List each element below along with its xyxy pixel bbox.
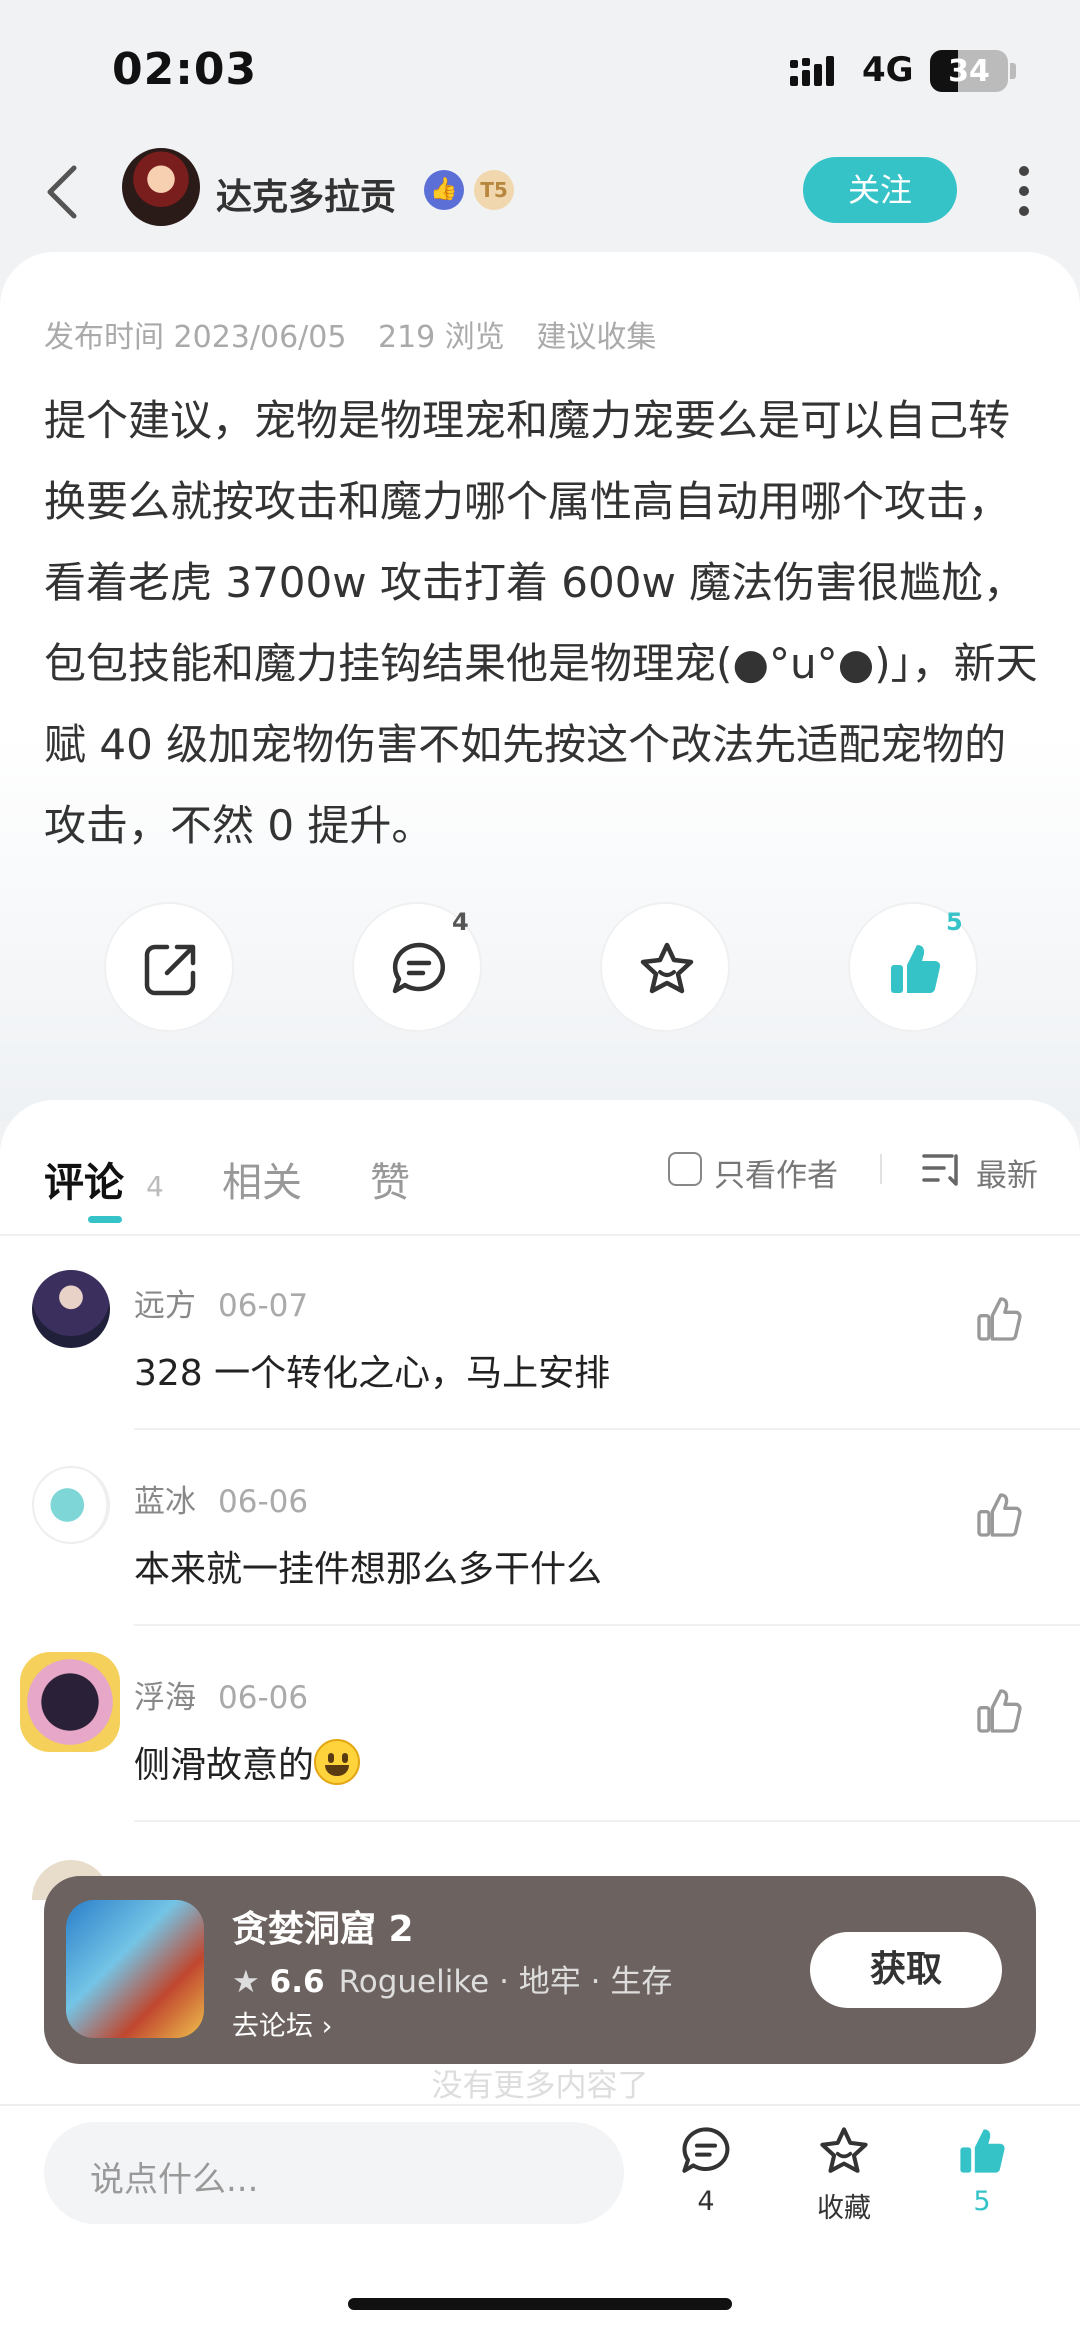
thumbs-up-icon: [960, 2129, 1005, 2173]
get-button[interactable]: 获取: [810, 1932, 1002, 2008]
comment-header: 浮海 06-06: [134, 1672, 308, 1717]
comment-like-icon[interactable]: [974, 1490, 1024, 1540]
game-tags: Roguelike · 地牢 · 生存: [338, 1964, 673, 2000]
post-body: 提个建议，宠物是物理宠和魔力宠要么是可以自己转换要么就按攻击和魔力哪个属性高自动…: [44, 396, 1038, 850]
game-icon[interactable]: [66, 1900, 204, 2038]
like-count: 5: [946, 908, 963, 936]
comment-divider: [134, 1624, 1080, 1626]
comment-like-icon[interactable]: [974, 1686, 1024, 1736]
comment-count: 4: [452, 908, 469, 936]
more-options-icon[interactable]: [1018, 166, 1030, 216]
post-category[interactable]: 建议收集: [536, 320, 656, 355]
comment-header: 蓝冰 06-06: [134, 1476, 308, 1521]
view-count: 219 浏览: [378, 320, 505, 355]
follow-button[interactable]: 关注: [803, 157, 957, 223]
comment-text: 侧滑故意的: [134, 1736, 361, 1788]
sort-icon[interactable]: [922, 1152, 962, 1188]
comment-input-placeholder[interactable]: 说点什么...: [90, 2152, 258, 2201]
tab-related[interactable]: 相关: [222, 1150, 302, 1208]
commenter-avatar[interactable]: [32, 1270, 110, 1348]
chevron-right-icon: ›: [313, 2011, 333, 2042]
comment-text-content: 侧滑故意的: [134, 1745, 315, 1786]
star-icon: ★: [232, 1964, 270, 2000]
author-only-checkbox[interactable]: [668, 1152, 702, 1186]
home-indicator: [348, 2298, 732, 2310]
game-title[interactable]: 贪婪洞窟 2: [232, 1900, 414, 1952]
share-button[interactable]: [104, 902, 234, 1032]
forum-link[interactable]: 去论坛 ›: [232, 2004, 332, 2043]
comment-date: 06-07: [218, 1288, 309, 1324]
comment-text: 本来就一挂件想那么多干什么: [134, 1549, 603, 1590]
divider: [880, 1154, 882, 1184]
comment-date: 06-06: [218, 1680, 309, 1716]
commenter-avatar[interactable]: [32, 1466, 110, 1544]
forum-link-label[interactable]: 去论坛: [232, 2011, 313, 2042]
author-avatar[interactable]: [122, 148, 200, 226]
battery-icon: 34: [930, 50, 1008, 92]
comment-divider: [134, 1428, 1080, 1430]
comment-item[interactable]: 浮海 06-06 侧滑故意的: [0, 1652, 1080, 1822]
comment-date: 06-06: [218, 1484, 309, 1520]
smiley-emoji-icon: [314, 1739, 361, 1785]
tab-indicator: [88, 1216, 122, 1223]
sort-label[interactable]: 最新: [976, 1150, 1038, 1195]
comment-item[interactable]: 蓝冰 06-06 本来就一挂件想那么多干什么: [0, 1466, 1080, 1626]
publish-time: 发布时间 2023/06/05: [44, 320, 347, 355]
tab-comments[interactable]: 评论: [44, 1150, 124, 1208]
comment-header: 远方 06-07: [134, 1280, 308, 1325]
tab-likes[interactable]: 赞: [370, 1150, 410, 1208]
commenter-name[interactable]: 蓝冰: [134, 1484, 196, 1520]
commenter-name[interactable]: 远方: [134, 1288, 196, 1324]
commenter-name[interactable]: 浮海: [134, 1680, 196, 1716]
comment-icon: [392, 942, 445, 994]
comment-item[interactable]: 远方 06-07 328 一个转化之心，马上安排: [0, 1270, 1080, 1430]
battery-tip: [1010, 63, 1016, 79]
bottom-comment-count: 4: [697, 2186, 715, 2217]
bottom-like-button[interactable]: 5: [932, 2124, 1032, 2217]
comment-text: 328 一个转化之心，马上安排: [134, 1353, 611, 1394]
signal-icon: [790, 56, 834, 86]
tabs-divider: [0, 1234, 1080, 1236]
bottom-like-count: 5: [973, 2186, 991, 2217]
thumbs-up-icon: [891, 945, 941, 994]
author-only-label[interactable]: 只看作者: [714, 1150, 838, 1195]
bottom-favorite-button[interactable]: 收藏: [794, 2124, 894, 2225]
bottom-comment-button[interactable]: 4: [656, 2124, 756, 2217]
favorite-button[interactable]: [600, 902, 730, 1032]
battery-level: 34: [948, 54, 990, 89]
game-rating: ★ 6.6 Roguelike · 地牢 · 生存: [232, 1956, 672, 2001]
share-icon: [144, 944, 196, 996]
tab-comments-count: 4: [146, 1170, 164, 1203]
thumb-badge-icon: 👍: [424, 170, 464, 210]
comment-icon: [682, 2127, 730, 2173]
bottom-favorite-label: 收藏: [817, 2193, 871, 2224]
level-badge: T5: [474, 170, 514, 210]
back-icon[interactable]: [42, 164, 82, 220]
star-icon: [640, 942, 694, 994]
network-type: 4G: [862, 50, 914, 90]
star-icon: [820, 2127, 868, 2173]
no-more-content: 没有更多内容了: [431, 2068, 649, 2104]
rating-score: 6.6: [269, 1964, 325, 2000]
comment-divider: [134, 1820, 1080, 1822]
status-time: 02:03: [112, 44, 258, 95]
post-meta: 发布时间 2023/06/05 219 浏览 建议收集: [44, 312, 678, 356]
author-name[interactable]: 达克多拉贡: [216, 168, 396, 220]
comment-like-icon[interactable]: [974, 1294, 1024, 1344]
commenter-avatar[interactable]: [20, 1652, 120, 1752]
